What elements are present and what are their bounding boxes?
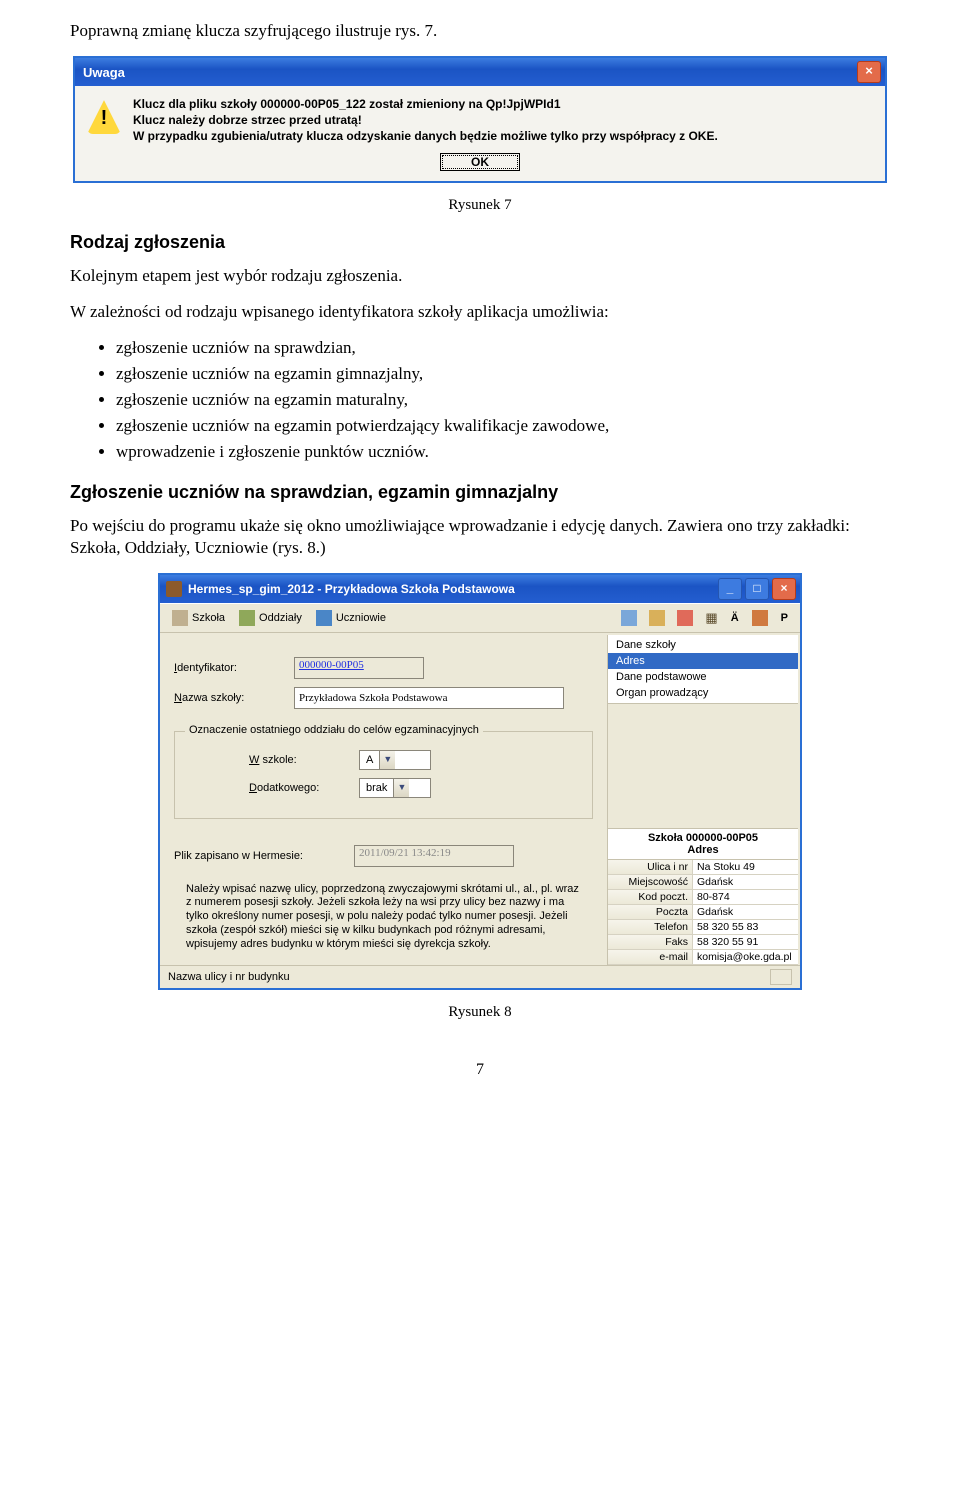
list-item: wprowadzenie i zgłoszenie punktów ucznió… (116, 441, 890, 464)
toolbar-icon-3[interactable] (677, 610, 693, 626)
status-text: Nazwa ulicy i nr budynku (168, 971, 290, 983)
bullet-list: zgłoszenie uczniów na sprawdzian, zgłosz… (70, 337, 890, 464)
addr-heading: Szkoła 000000-00P05 Adres (608, 828, 798, 859)
tab-szkola[interactable]: Szkoła (166, 608, 231, 628)
addr-key: Faks (608, 935, 693, 949)
menu-organ[interactable]: Organ prowadzący (608, 685, 798, 701)
addr-key: Miejscowość (608, 875, 693, 889)
tab-label: Uczniowie (336, 612, 386, 624)
tab-oddzialy[interactable]: Oddziały (233, 608, 308, 628)
intro-line: Poprawną zmianę klucza szyfrującego ilus… (70, 20, 890, 42)
warning-icon (87, 100, 121, 134)
tab-uczniowie[interactable]: Uczniowie (310, 608, 392, 628)
figure-7-caption: Rysunek 7 (70, 197, 890, 214)
book-icon[interactable] (752, 610, 768, 626)
addr-val[interactable]: komisja@oke.gda.pl (693, 950, 798, 964)
toolbar: Szkoła Oddziały Uczniowie ▦ Ä P (160, 603, 800, 633)
menu-dane-szkoly[interactable]: Dane szkoły (608, 637, 798, 653)
p2: W zależności od rodzaju wpisanego identy… (70, 301, 890, 323)
toolbar-icon-1[interactable] (621, 610, 637, 626)
addr-val[interactable]: Gdańsk (693, 905, 798, 919)
window-titlebar: Hermes_sp_gim_2012 - Przykładowa Szkoła … (160, 575, 800, 603)
p1: Kolejnym etapem jest wybór rodzaju zgłos… (70, 265, 890, 287)
list-item: zgłoszenie uczniów na egzamin gimnazjaln… (116, 363, 890, 386)
side-panel: Dane szkoły Adres Dane podstawowe Organ … (607, 635, 798, 966)
combo-value: brak (360, 782, 393, 794)
oddzial-fieldset: Oznaczenie ostatniego oddziału do celów … (174, 731, 593, 819)
list-item: zgłoszenie uczniów na egzamin potwierdza… (116, 415, 890, 438)
maximize-icon[interactable]: □ (745, 578, 769, 600)
plik-label: Plik zapisano w Hermesie: (174, 850, 354, 862)
dialog-line-1: Klucz dla pliku szkoły 000000-00P05_122 … (133, 96, 875, 112)
tab-label: Oddziały (259, 612, 302, 624)
side-menu: Dane szkoły Adres Dane podstawowe Organ … (608, 635, 798, 703)
addr-val[interactable]: 58 320 55 91 (693, 935, 798, 949)
dialog-line-3: W przypadku zgubienia/utraty klucza odzy… (133, 128, 875, 144)
nazwa-field[interactable] (294, 687, 564, 709)
addr-key: e-mail (608, 950, 693, 964)
chevron-down-icon[interactable]: ▼ (393, 779, 409, 797)
resize-grip[interactable] (770, 969, 792, 985)
figure-8-caption: Rysunek 8 (70, 1004, 890, 1021)
status-bar: Nazwa ulicy i nr budynku (160, 965, 800, 988)
minimize-icon[interactable]: _ (718, 578, 742, 600)
dodatk-label: Dodatkowego: (249, 782, 359, 794)
app-icon (166, 581, 182, 597)
ident-field[interactable]: 000000-00P05 (294, 657, 424, 679)
binoculars-icon[interactable]: ▦ (705, 610, 717, 626)
menu-adres[interactable]: Adres (608, 653, 798, 669)
nazwa-label: Nazwa szkoły: (174, 692, 294, 704)
toolbar-p[interactable]: P (781, 612, 788, 624)
list-item: zgłoszenie uczniów na egzamin maturalny, (116, 389, 890, 412)
tab-label: Szkoła (192, 612, 225, 624)
menu-dane-podstawowe[interactable]: Dane podstawowe (608, 669, 798, 685)
form-panel: Identyfikator: 000000-00P05 Nazwa szkoły… (160, 633, 607, 966)
dodatk-combo[interactable]: brak ▼ (359, 778, 431, 798)
address-grid: Ulica i nrNa Stoku 49 MiejscowośćGdańsk … (608, 859, 798, 965)
warning-dialog: Uwaga × Klucz dla pliku szkoły 000000-00… (73, 56, 887, 183)
help-note: Należy wpisać nazwę ulicy, poprzedzoną z… (174, 875, 593, 960)
dialog-title: Uwaga (83, 65, 857, 80)
ok-button[interactable]: OK (440, 153, 520, 171)
dialog-message: Klucz dla pliku szkoły 000000-00P05_122 … (133, 96, 875, 145)
list-item: zgłoszenie uczniów na sprawdzian, (116, 337, 890, 360)
ident-label: Identyfikator: (174, 662, 294, 674)
section-zgloszenie: Zgłoszenie uczniów na sprawdzian, egzami… (70, 482, 890, 503)
combo-value: A (360, 754, 379, 766)
close-icon[interactable]: × (857, 61, 881, 83)
hermes-window: Hermes_sp_gim_2012 - Przykładowa Szkoła … (158, 573, 802, 991)
toolbar-a[interactable]: Ä (731, 612, 739, 624)
uczniowie-icon (316, 610, 332, 626)
plik-field: 2011/09/21 13:42:19 (354, 845, 514, 867)
building-icon (172, 610, 188, 626)
addr-val[interactable]: 80-874 (693, 890, 798, 904)
section-rodzaj: Rodzaj zgłoszenia (70, 232, 890, 253)
chevron-down-icon[interactable]: ▼ (379, 751, 395, 769)
addr-key: Kod poczt. (608, 890, 693, 904)
addr-val[interactable]: Na Stoku 49 (693, 860, 798, 874)
dialog-line-2: Klucz należy dobrze strzec przed utratą! (133, 112, 875, 128)
close-icon[interactable]: × (772, 578, 796, 600)
fieldset-legend: Oznaczenie ostatniego oddziału do celów … (185, 724, 483, 736)
p3: Po wejściu do programu ukaże się okno um… (70, 515, 890, 559)
addr-key: Telefon (608, 920, 693, 934)
addr-val[interactable]: 58 320 55 83 (693, 920, 798, 934)
addr-val[interactable]: Gdańsk (693, 875, 798, 889)
addr-key: Poczta (608, 905, 693, 919)
addr-key: Ulica i nr (608, 860, 693, 874)
dialog-titlebar: Uwaga × (75, 58, 885, 86)
page-number: 7 (70, 1061, 890, 1079)
wszkole-label: W szkole: (249, 754, 359, 766)
oddzialy-icon (239, 610, 255, 626)
window-title: Hermes_sp_gim_2012 - Przykładowa Szkoła … (188, 582, 715, 596)
toolbar-icon-2[interactable] (649, 610, 665, 626)
wszkole-combo[interactable]: A ▼ (359, 750, 431, 770)
